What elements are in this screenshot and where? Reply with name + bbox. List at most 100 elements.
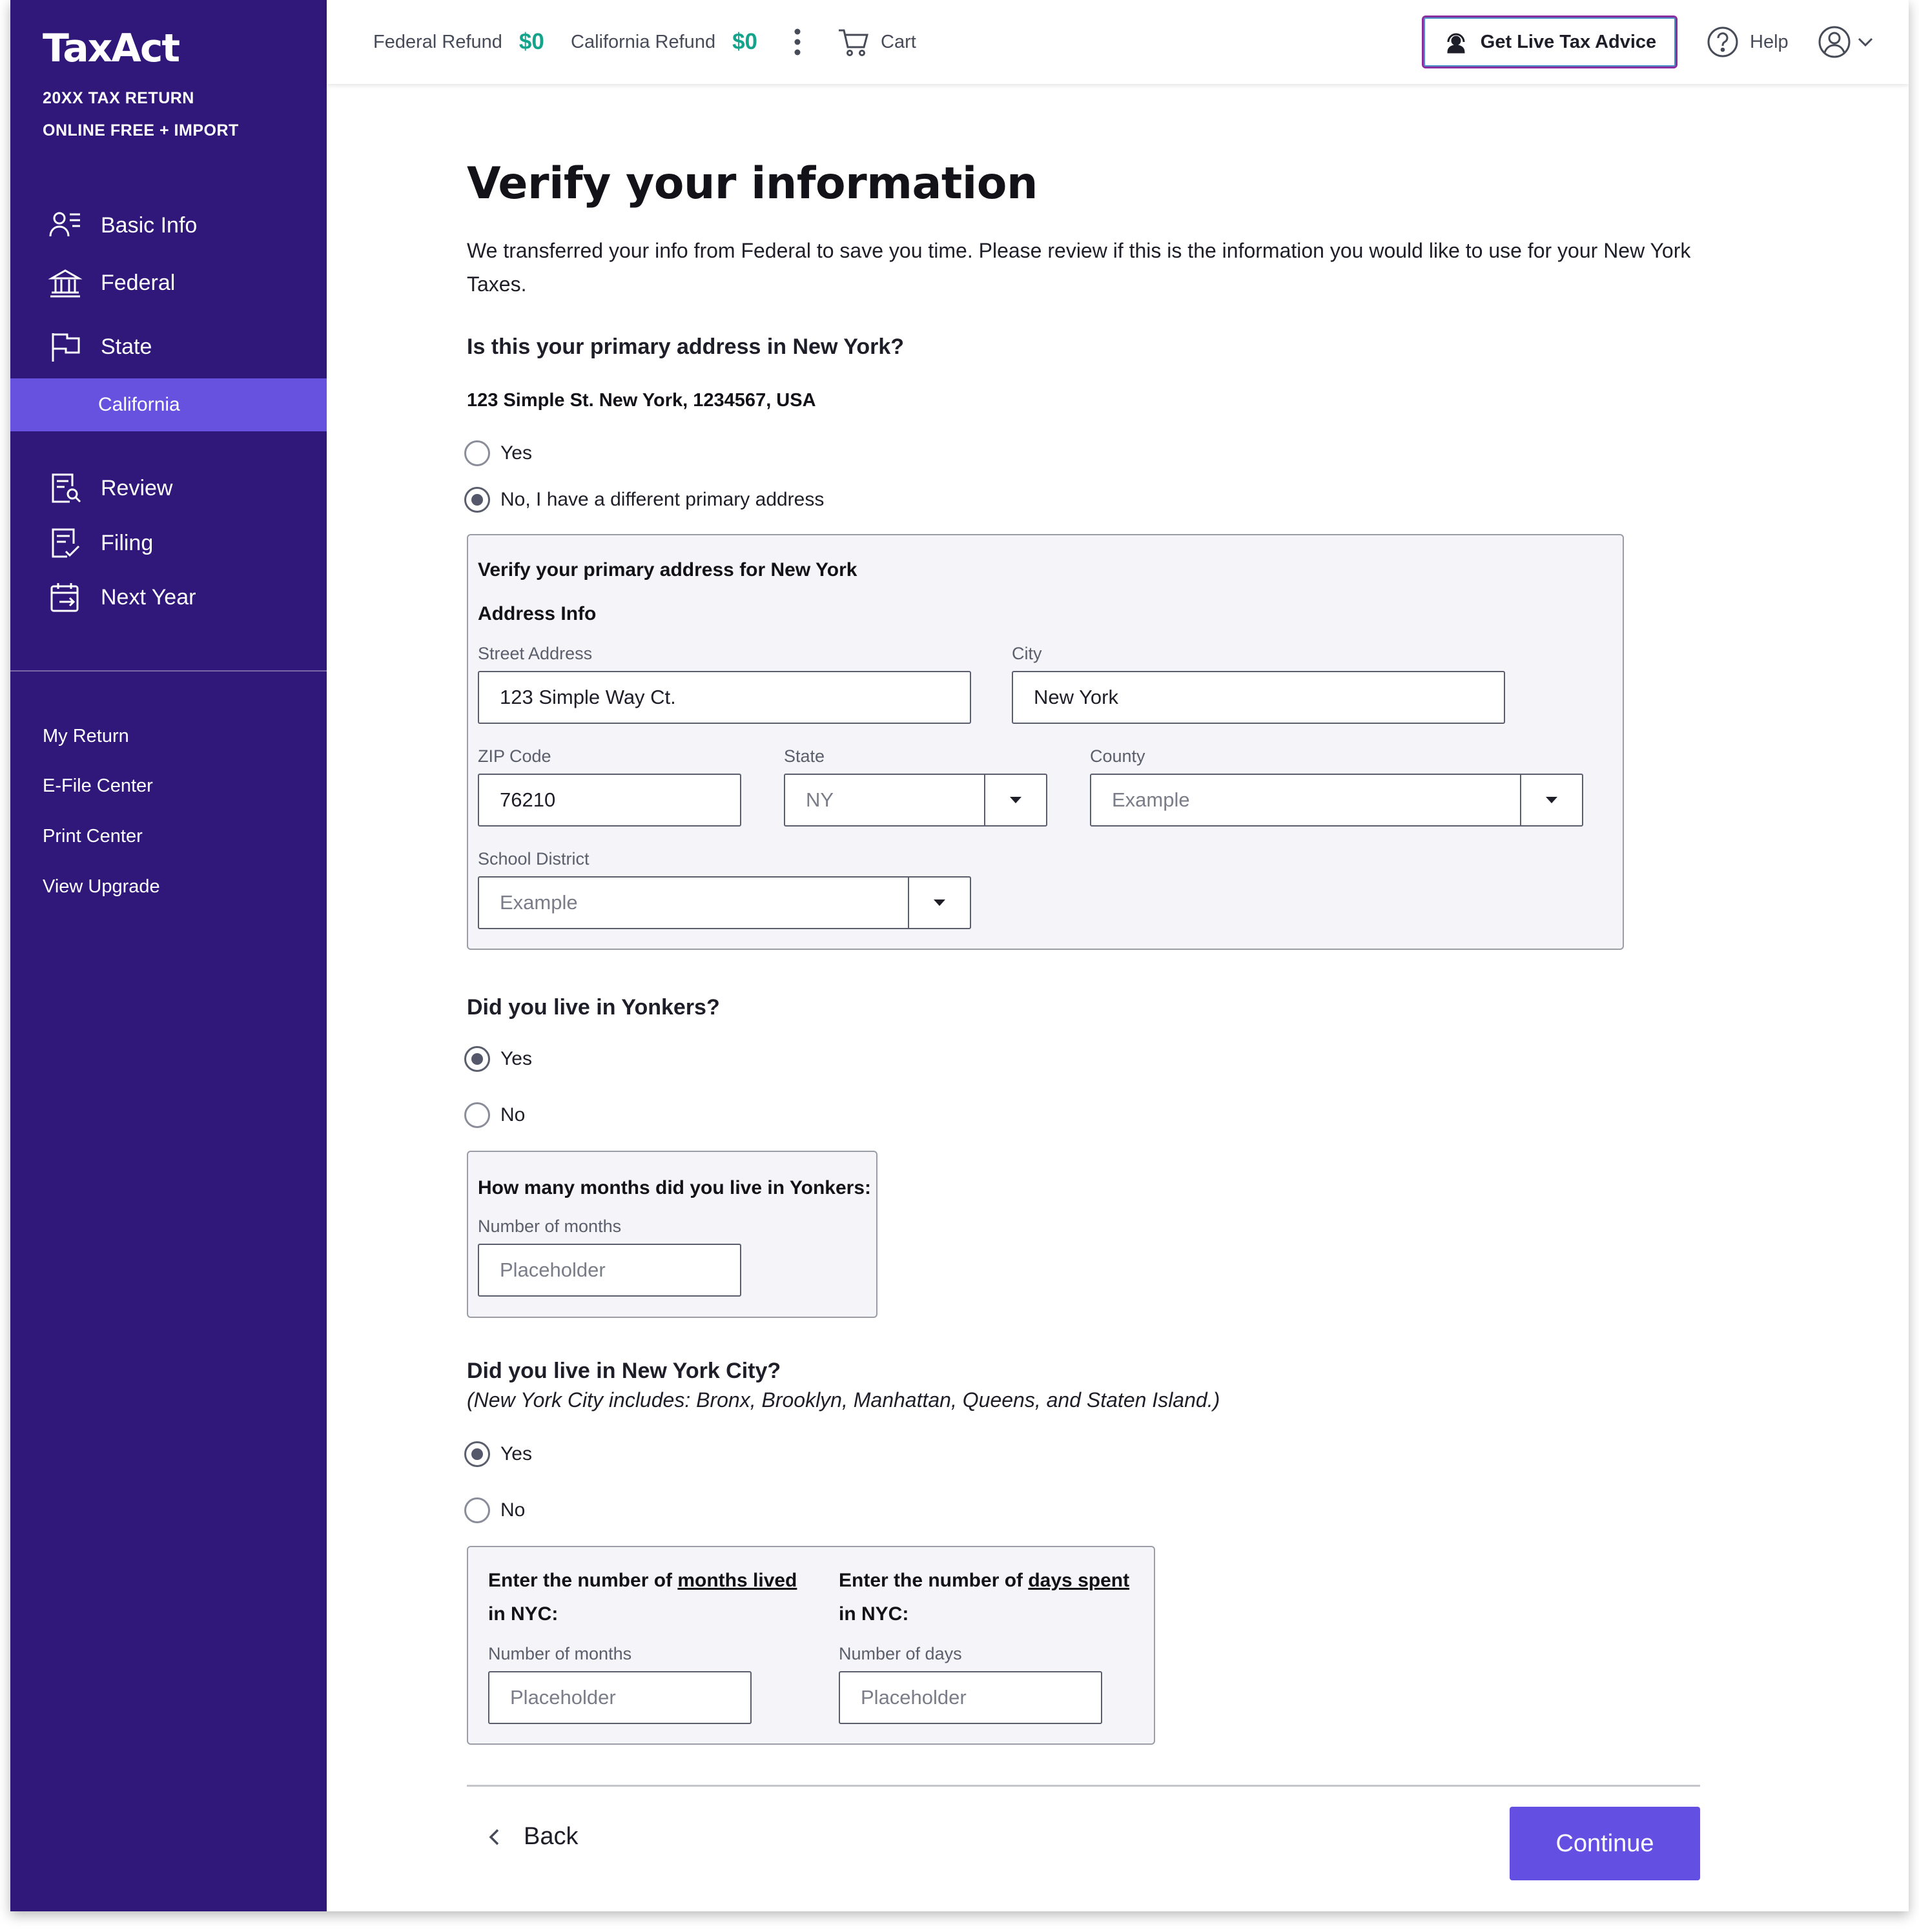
nyc-no-radio[interactable]: No [464, 1497, 525, 1523]
federal-refund: Federal Refund $0 [373, 0, 544, 84]
intro-text: We transferred your info from Federal to… [467, 239, 1691, 296]
yonkers-question: Did you live in Yonkers? [467, 995, 720, 1020]
help-button[interactable]: Help [1706, 0, 1789, 84]
document-search-icon [52, 473, 81, 503]
sidebar-item-basic-info[interactable]: Basic Info [48, 203, 197, 248]
school-district-select-value: Example [500, 891, 578, 914]
primary-address-question: Is this your primary address in New York… [467, 334, 905, 359]
get-live-tax-advice-button[interactable]: Get Live Tax Advice [1422, 15, 1678, 68]
sidebar-item-label: Filing [101, 530, 154, 555]
more-options-icon[interactable] [793, 0, 802, 84]
nyc-yes-radio[interactable]: Yes [464, 1441, 532, 1467]
radio-button[interactable] [464, 487, 490, 513]
chevron-down-icon [1858, 37, 1873, 47]
building-icon [48, 269, 83, 298]
radio-label: No [500, 1499, 526, 1521]
nyc-note: (New York City includes: Bronx, Brooklyn… [467, 1388, 1220, 1412]
sidebar-divider [10, 670, 327, 672]
sidebar-item-filing[interactable]: Filing [48, 520, 153, 566]
cart-label: Cart [881, 31, 916, 52]
city-input[interactable]: New York [1012, 671, 1505, 724]
product-tier-label: ONLINE FREE + IMPORT [43, 121, 239, 139]
county-select[interactable]: Example [1090, 774, 1583, 827]
dropdown-arrow-icon[interactable] [1520, 775, 1582, 825]
sidebar-item-federal[interactable]: Federal [48, 260, 175, 305]
nyc-days-label: Number of days [839, 1644, 962, 1663]
sidebar-item-next-year[interactable]: Next Year [48, 575, 196, 620]
flag-icon [52, 333, 80, 362]
link-view-upgrade[interactable]: View Upgrade [43, 876, 160, 898]
cart-button[interactable]: Cart [837, 0, 916, 84]
nyc-days-question: Enter the number of days spent in NYC: [839, 1570, 1130, 1625]
back-button[interactable]: Back [485, 1823, 578, 1851]
sidebar-item-review[interactable]: Review [48, 466, 172, 511]
yonkers-months-panel: How many months did you live in Yonkers:… [467, 1151, 877, 1318]
radio-label: Yes [500, 1443, 532, 1464]
radio-label: No, I have a different primary address [500, 489, 825, 510]
advice-label: Get Live Tax Advice [1480, 31, 1657, 52]
sidebar-item-label: Review [101, 475, 173, 500]
months-lived-emphasis: months lived [677, 1570, 797, 1591]
nyc-months-label: Number of months [488, 1644, 632, 1663]
current-address: 123 Simple St. New York, 1234567, USA [467, 390, 816, 411]
yonkers-months-question: How many months did you live in Yonkers: [478, 1177, 871, 1198]
street-address-input[interactable]: 123 Simple Way Ct. [478, 671, 971, 724]
radio-button[interactable] [464, 1497, 490, 1523]
nyc-duration-panel: Enter the number of months lived in NYC:… [467, 1546, 1155, 1745]
back-label: Back [524, 1823, 579, 1850]
headset-icon [1447, 33, 1465, 54]
sidebar-subitem-california[interactable]: California [10, 378, 327, 431]
continue-button[interactable]: Continue [1510, 1807, 1700, 1880]
app-window: TaxAct 20XX TAX RETURN ONLINE FREE + IMP… [10, 0, 1909, 1911]
radio-button[interactable] [464, 440, 490, 466]
verify-address-title: Verify your primary address for New York [478, 559, 857, 581]
user-avatar-icon [1818, 26, 1851, 58]
person-list-icon [49, 212, 80, 237]
radio-button[interactable] [464, 1441, 490, 1467]
primary-address-no-radio[interactable]: No, I have a different primary address [464, 487, 824, 513]
help-icon [1707, 26, 1738, 57]
link-my-return[interactable]: My Return [43, 726, 129, 747]
nyc-months-input[interactable]: Placeholder [488, 1671, 752, 1724]
top-bar: Federal Refund $0 California Refund $0 C… [327, 0, 1909, 84]
sidebar-item-label: Federal [101, 270, 176, 295]
radio-button[interactable] [464, 1102, 490, 1128]
document-check-icon [52, 528, 80, 558]
dropdown-arrow-icon[interactable] [984, 775, 1046, 825]
yonkers-no-radio[interactable]: No [464, 1102, 525, 1128]
nyc-days-input[interactable]: Placeholder [839, 1671, 1102, 1724]
primary-address-yes-radio[interactable]: Yes [464, 440, 532, 466]
radio-label: Yes [500, 442, 532, 464]
sidebar-item-label: State [101, 334, 152, 359]
link-e-file-center[interactable]: E-File Center [43, 776, 153, 797]
taxact-logo[interactable]: TaxAct [43, 26, 180, 71]
nyc-months-question: Enter the number of months lived in NYC: [488, 1570, 797, 1625]
federal-refund-label: Federal Refund [373, 31, 502, 52]
county-label: County [1090, 746, 1145, 766]
california-refund-label: California Refund [571, 31, 716, 52]
sidebar-item-state[interactable]: State [48, 324, 152, 369]
yonkers-yes-radio[interactable]: Yes [464, 1046, 532, 1072]
state-select[interactable]: NY [784, 774, 1047, 827]
radio-button[interactable] [464, 1046, 490, 1072]
sidebar-item-label: Basic Info [101, 212, 198, 238]
link-print-center[interactable]: Print Center [43, 826, 143, 847]
zip-code-label: ZIP Code [478, 746, 551, 766]
radio-label: Yes [500, 1048, 532, 1069]
address-info-heading: Address Info [478, 603, 597, 624]
cart-icon [839, 29, 868, 56]
page-title: Verify your information [467, 158, 1038, 209]
zip-code-input[interactable]: 76210 [478, 774, 741, 827]
nyc-question: Did you live in New York City? [467, 1359, 781, 1383]
dropdown-arrow-icon[interactable] [908, 878, 970, 928]
california-refund-amount: $0 [732, 29, 758, 54]
radio-label: No [500, 1104, 526, 1125]
yonkers-months-input[interactable]: Placeholder [478, 1244, 741, 1297]
account-menu[interactable] [1817, 0, 1875, 84]
yonkers-months-label: Number of months [478, 1217, 622, 1236]
school-district-select[interactable]: Example [478, 876, 971, 929]
sidebar: TaxAct 20XX TAX RETURN ONLINE FREE + IMP… [10, 0, 327, 1911]
federal-refund-amount: $0 [518, 29, 544, 54]
state-label: State [784, 746, 825, 766]
city-label: City [1012, 644, 1042, 663]
